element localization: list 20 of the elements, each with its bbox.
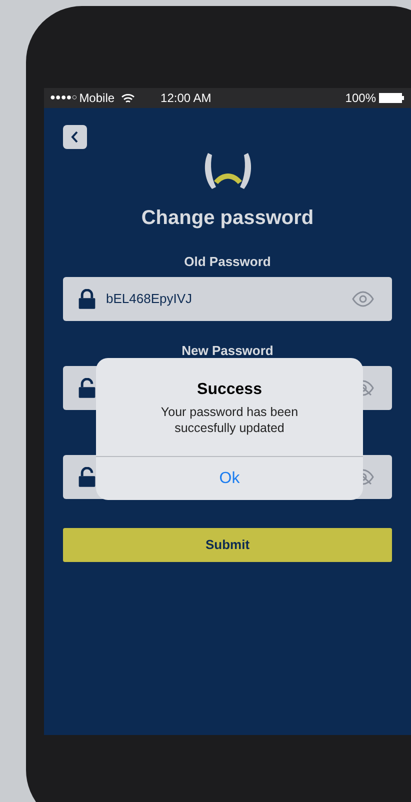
signal-dots: ●●●●○ [50, 91, 78, 104]
password-field[interactable]: bEL468EpyIVJ [63, 277, 392, 321]
eye-icon[interactable] [352, 291, 374, 307]
wifi-icon [120, 92, 135, 104]
chevron-left-icon [71, 131, 79, 143]
clock-time: 12:00 AM [160, 90, 212, 107]
field-label: New Password [182, 342, 274, 360]
unlocked-lock-icon [78, 378, 96, 398]
battery-icon [379, 93, 405, 103]
alert-message: Your password has been succesfully updated [160, 404, 300, 436]
lock-icon [78, 289, 96, 309]
submit-button[interactable]: Submit [63, 528, 392, 562]
unlocked-lock-icon [78, 467, 96, 487]
carrier-name: Mobile [79, 90, 115, 107]
page-title: Change password [140, 206, 315, 231]
field-label: Old Password [184, 253, 271, 272]
battery-percent: 100% [345, 90, 376, 107]
password-value: bEL468EpyIVJ [106, 290, 194, 308]
alert-title: Success [197, 380, 262, 400]
back-button[interactable] [63, 125, 87, 149]
